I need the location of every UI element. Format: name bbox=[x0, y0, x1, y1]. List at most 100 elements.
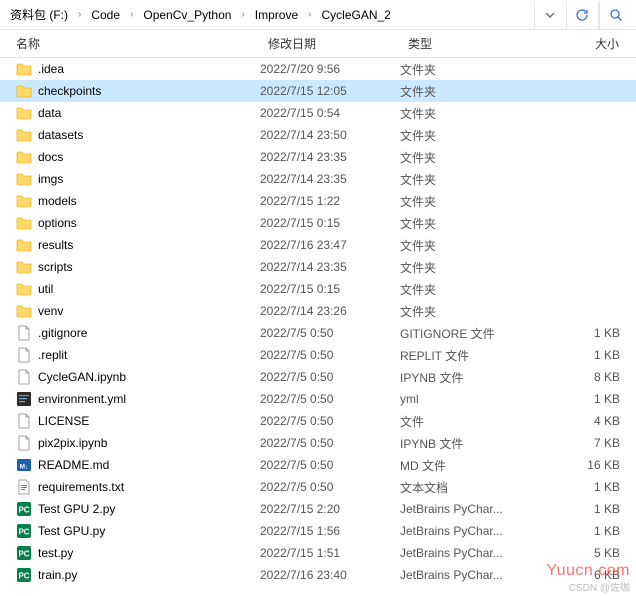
file-row[interactable]: datasets2022/7/14 23:50文件夹 bbox=[0, 124, 636, 146]
py-icon: PC bbox=[16, 545, 32, 561]
breadcrumb-item[interactable]: OpenCv_Python bbox=[137, 5, 237, 25]
file-type: 文件夹 bbox=[400, 61, 530, 78]
file-row[interactable]: util 2022/7/15 0:15文件夹 bbox=[0, 278, 636, 300]
file-name: checkpoints bbox=[38, 84, 101, 98]
file-date: 2022/7/15 1:56 bbox=[260, 524, 400, 538]
file-date: 2022/7/15 0:54 bbox=[260, 106, 400, 120]
file-size: 1 KB bbox=[530, 524, 636, 538]
file-row[interactable]: PCTest GPU.py2022/7/15 1:56JetBrains PyC… bbox=[0, 520, 636, 542]
md-icon: M↓ bbox=[16, 457, 32, 473]
py-icon: PC bbox=[16, 567, 32, 583]
file-name: requirements.txt bbox=[38, 480, 124, 494]
file-date: 2022/7/15 0:15 bbox=[260, 216, 400, 230]
file-row[interactable]: scripts2022/7/14 23:35文件夹 bbox=[0, 256, 636, 278]
folder-icon bbox=[16, 193, 32, 209]
chevron-right-icon[interactable]: › bbox=[239, 9, 246, 20]
file-date: 2022/7/14 23:35 bbox=[260, 260, 400, 274]
file-type: 文件夹 bbox=[400, 127, 530, 144]
file-row[interactable]: requirements.txt2022/7/5 0:50文本文档1 KB bbox=[0, 476, 636, 498]
file-type: REPLIT 文件 bbox=[400, 347, 530, 364]
file-size: 1 KB bbox=[530, 326, 636, 340]
file-row[interactable]: .idea2022/7/20 9:56文件夹 bbox=[0, 58, 636, 80]
file-row[interactable]: checkpoints2022/7/15 12:05文件夹 bbox=[0, 80, 636, 102]
file-row[interactable]: imgs2022/7/14 23:35文件夹 bbox=[0, 168, 636, 190]
file-date: 2022/7/14 23:35 bbox=[260, 150, 400, 164]
chevron-right-icon[interactable]: › bbox=[306, 9, 313, 20]
file-date: 2022/7/5 0:50 bbox=[260, 436, 400, 450]
file-type: 文件夹 bbox=[400, 105, 530, 122]
file-date: 2022/7/16 23:47 bbox=[260, 238, 400, 252]
search-button[interactable] bbox=[598, 1, 632, 29]
folder-icon bbox=[16, 303, 32, 319]
file-name: datasets bbox=[38, 128, 83, 142]
file-name: models bbox=[38, 194, 77, 208]
breadcrumb-item[interactable]: CycleGAN_2 bbox=[315, 5, 396, 25]
file-row[interactable]: LICENSE2022/7/5 0:50文件4 KB bbox=[0, 410, 636, 432]
file-type: 文件夹 bbox=[400, 281, 530, 298]
file-name: .gitignore bbox=[38, 326, 87, 340]
breadcrumb-item[interactable]: Improve bbox=[249, 5, 304, 25]
file-type: IPYNB 文件 bbox=[400, 369, 530, 386]
file-type: 文件夹 bbox=[400, 237, 530, 254]
folder-icon bbox=[16, 171, 32, 187]
file-row[interactable]: M↓README.md2022/7/5 0:50MD 文件16 KB bbox=[0, 454, 636, 476]
dropdown-button[interactable] bbox=[534, 1, 564, 29]
folder-icon bbox=[16, 259, 32, 275]
file-type: IPYNB 文件 bbox=[400, 435, 530, 452]
py-icon: PC bbox=[16, 523, 32, 539]
column-header-size[interactable]: 大小 bbox=[530, 30, 636, 57]
file-name: imgs bbox=[38, 172, 63, 186]
file-icon bbox=[16, 413, 32, 429]
file-row[interactable]: PCTest GPU 2.py2022/7/15 2:20JetBrains P… bbox=[0, 498, 636, 520]
folder-icon bbox=[16, 105, 32, 121]
file-date: 2022/7/5 0:50 bbox=[260, 458, 400, 472]
file-date: 2022/7/5 0:50 bbox=[260, 348, 400, 362]
file-size: 4 KB bbox=[530, 414, 636, 428]
chevron-down-icon bbox=[545, 10, 555, 20]
file-row[interactable]: data2022/7/15 0:54文件夹 bbox=[0, 102, 636, 124]
file-row[interactable]: docs2022/7/14 23:35文件夹 bbox=[0, 146, 636, 168]
file-name: .replit bbox=[38, 348, 67, 362]
py-icon: PC bbox=[16, 501, 32, 517]
file-type: 文件夹 bbox=[400, 149, 530, 166]
file-row[interactable]: .gitignore2022/7/5 0:50GITIGNORE 文件1 KB bbox=[0, 322, 636, 344]
column-header-type[interactable]: 类型 bbox=[400, 30, 530, 57]
file-name: util bbox=[38, 282, 53, 296]
file-row[interactable]: PCtest.py2022/7/15 1:51JetBrains PyChar.… bbox=[0, 542, 636, 564]
breadcrumb-item[interactable]: Code bbox=[85, 5, 126, 25]
svg-text:PC: PC bbox=[18, 550, 29, 559]
file-size: 1 KB bbox=[530, 392, 636, 406]
file-name: Test GPU.py bbox=[38, 524, 105, 538]
file-type: JetBrains PyChar... bbox=[400, 568, 530, 582]
file-row[interactable]: CycleGAN.ipynb2022/7/5 0:50IPYNB 文件8 KB bbox=[0, 366, 636, 388]
file-date: 2022/7/5 0:50 bbox=[260, 370, 400, 384]
file-row[interactable]: results2022/7/16 23:47文件夹 bbox=[0, 234, 636, 256]
svg-text:PC: PC bbox=[18, 528, 29, 537]
file-row[interactable]: .replit 2022/7/5 0:50REPLIT 文件1 KB bbox=[0, 344, 636, 366]
column-header-name[interactable]: 名称 bbox=[0, 30, 260, 57]
chevron-right-icon[interactable]: › bbox=[128, 9, 135, 20]
file-type: 文件 bbox=[400, 413, 530, 430]
refresh-button[interactable] bbox=[566, 1, 596, 29]
breadcrumb: 资料包 (F:) › Code › OpenCv_Python › Improv… bbox=[0, 0, 636, 30]
file-name: pix2pix.ipynb bbox=[38, 436, 107, 450]
file-row[interactable]: options2022/7/15 0:15文件夹 bbox=[0, 212, 636, 234]
chevron-right-icon[interactable]: › bbox=[76, 9, 83, 20]
file-row[interactable]: environment.yml2022/7/5 0:50yml1 KB bbox=[0, 388, 636, 410]
file-date: 2022/7/15 0:15 bbox=[260, 282, 400, 296]
column-header-date[interactable]: 修改日期 bbox=[260, 30, 400, 57]
file-row[interactable]: pix2pix.ipynb2022/7/5 0:50IPYNB 文件7 KB bbox=[0, 432, 636, 454]
file-row[interactable]: models2022/7/15 1:22文件夹 bbox=[0, 190, 636, 212]
file-row[interactable]: venv2022/7/14 23:26文件夹 bbox=[0, 300, 636, 322]
file-name: CycleGAN.ipynb bbox=[38, 370, 126, 384]
file-type: JetBrains PyChar... bbox=[400, 502, 530, 516]
breadcrumb-item[interactable]: 资料包 (F:) bbox=[4, 3, 74, 26]
refresh-icon bbox=[575, 8, 589, 22]
file-size: 6 KB bbox=[530, 568, 636, 582]
file-name: options bbox=[38, 216, 77, 230]
file-type: 文件夹 bbox=[400, 303, 530, 320]
file-row[interactable]: PCtrain.py2022/7/16 23:40JetBrains PyCha… bbox=[0, 564, 636, 586]
file-size: 1 KB bbox=[530, 480, 636, 494]
svg-text:PC: PC bbox=[18, 572, 29, 581]
file-size: 1 KB bbox=[530, 348, 636, 362]
